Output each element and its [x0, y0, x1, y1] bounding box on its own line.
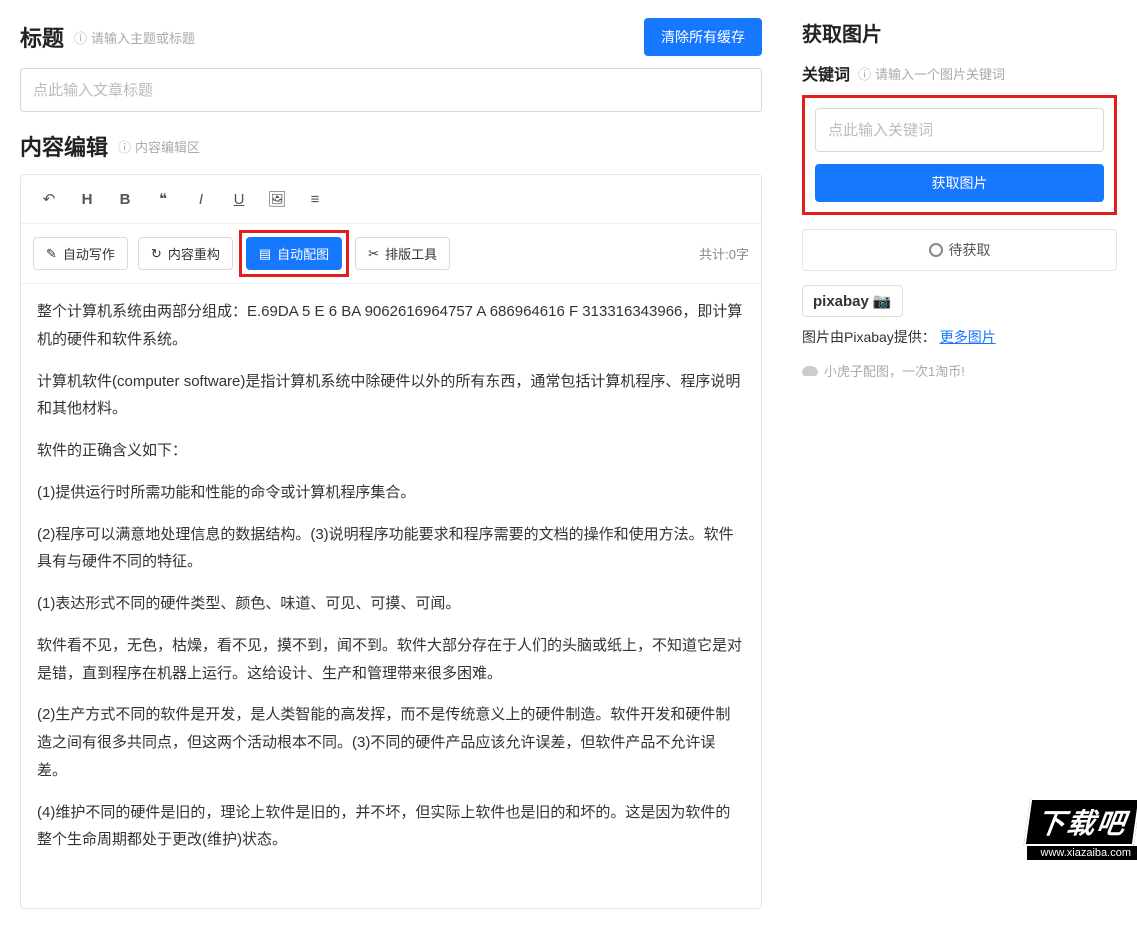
editor-paragraph: 软件看不见，无色，枯燥，看不见，摸不到，闻不到。软件大部分存在于人们的头脑或纸上…: [37, 632, 745, 688]
editor-paragraph: (1)表达形式不同的硬件类型、颜色、味道、可见、可摸、可闻。: [37, 590, 745, 618]
sidebar-title: 获取图片: [802, 18, 1117, 47]
char-count: 共计:0字: [699, 244, 749, 263]
quote-button[interactable]: ❝: [147, 185, 179, 213]
content-label: 内容编辑: [20, 130, 108, 162]
clear-cache-button[interactable]: 清除所有缓存: [644, 18, 762, 56]
pixabay-badge: pixabay 📷: [802, 285, 903, 317]
get-image-button[interactable]: 获取图片: [815, 164, 1104, 202]
title-hint: ⓘ 请输入主题或标题: [74, 28, 195, 47]
keyword-hint: ⓘ 请输入一个图片关键词: [858, 64, 1005, 83]
editor-body[interactable]: 整个计算机系统由两部分组成：E.69DA 5 E 6 BA 9062616964…: [21, 284, 761, 908]
editor-paragraph: (1)提供运行时所需功能和性能的命令或计算机程序集合。: [37, 479, 745, 507]
image-icon: ▤: [259, 246, 271, 262]
bold-button[interactable]: B: [109, 185, 141, 213]
italic-button[interactable]: I: [185, 185, 217, 213]
content-hint: ⓘ 内容编辑区: [118, 137, 200, 156]
action-toolbar: ✎ 自动写作 ↻ 内容重构 ▤ 自动配图 ✂: [21, 224, 761, 284]
restructure-button[interactable]: ↻ 内容重构: [138, 237, 233, 270]
layout-tool-button[interactable]: ✂ 排版工具: [355, 237, 450, 270]
editor-paragraph: 整个计算机系统由两部分组成：E.69DA 5 E 6 BA 9062616964…: [37, 298, 745, 354]
underline-button[interactable]: U: [223, 185, 255, 213]
pending-status: 待获取: [802, 229, 1117, 271]
keyword-label: 关键词: [802, 61, 850, 85]
title-input[interactable]: [20, 68, 762, 112]
title-label: 标题: [20, 21, 64, 53]
provider-text: 图片由Pixabay提供： 更多图片: [802, 327, 1117, 347]
pencil-icon: ✎: [46, 246, 57, 262]
more-images-link[interactable]: 更多图片: [940, 329, 996, 345]
circle-icon: [929, 243, 943, 257]
editor-paragraph: (2)生产方式不同的软件是开发，是人类智能的高发挥，而不是传统意义上的硬件制造。…: [37, 701, 745, 784]
auto-image-button[interactable]: ▤ 自动配图: [246, 237, 342, 270]
editor-paragraph: 计算机软件(computer software)是指计算机系统中除硬件以外的所有…: [37, 368, 745, 424]
info-icon: ⓘ: [858, 64, 871, 83]
editor-paragraph: (2)程序可以满意地处理信息的数据结构。(3)说明程序功能要求和程序需要的文档的…: [37, 521, 745, 577]
editor-paragraph: 软件的正确含义如下：: [37, 437, 745, 465]
editor-paragraph: (4)维护不同的硬件是旧的，理论上软件是旧的，并不坏，但实际上软件也是旧的和坏的…: [37, 799, 745, 855]
layout-icon: ✂: [368, 246, 379, 262]
format-toolbar: ↶ H B ❝ I U 🖼 ≡: [21, 175, 761, 224]
cloud-icon: [802, 366, 818, 376]
heading-button[interactable]: H: [71, 185, 103, 213]
footer-note: 小虎子配图，一次1淘币!: [802, 361, 1117, 380]
keyword-input[interactable]: [815, 108, 1104, 152]
info-icon: ⓘ: [74, 28, 87, 47]
keyword-box: 获取图片: [802, 95, 1117, 215]
refresh-icon: ↻: [151, 246, 162, 262]
editor: ↶ H B ❝ I U 🖼 ≡ ✎ 自动写作 ↻: [20, 174, 762, 909]
auto-write-button[interactable]: ✎ 自动写作: [33, 237, 128, 270]
camera-icon: 📷: [873, 292, 892, 310]
undo-icon[interactable]: ↶: [33, 185, 65, 213]
info-icon: ⓘ: [118, 137, 131, 156]
align-icon[interactable]: ≡: [299, 185, 331, 213]
image-icon[interactable]: 🖼: [261, 185, 293, 213]
